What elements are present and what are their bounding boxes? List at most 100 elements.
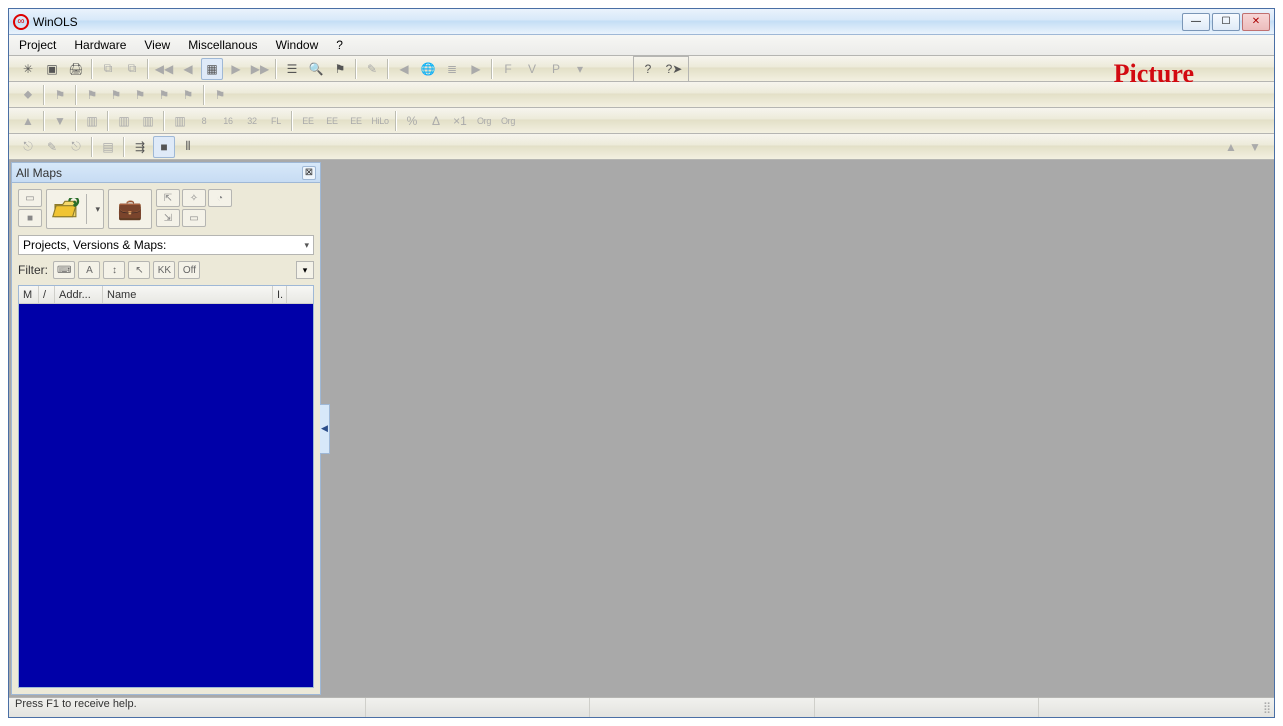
find-icon[interactable]: 🔍 [305, 58, 327, 80]
filter-sort-button[interactable]: ↕ [103, 261, 125, 279]
flag-icon[interactable]: ⚑ [329, 58, 351, 80]
panel-tool-2-icon[interactable]: ✧ [182, 189, 206, 207]
pct-icon[interactable]: % [401, 110, 423, 132]
up-icon[interactable]: ▲ [17, 110, 39, 132]
maps-list-header[interactable]: M/Addr...NameI. [19, 286, 313, 304]
globe-icon[interactable]: 🌐 [417, 58, 439, 80]
fast-forward-icon[interactable]: ▶▶ [249, 58, 271, 80]
paste-icon[interactable]: ⧉ [121, 58, 143, 80]
menu-help[interactable]: ? [332, 36, 347, 54]
t4a-icon[interactable]: ⎋ [17, 136, 39, 158]
bar3-icon[interactable]: ▥ [137, 110, 159, 132]
print-icon[interactable]: 🖨 [65, 58, 87, 80]
up2-icon[interactable]: ▲ [1220, 136, 1242, 158]
menu-project[interactable]: Project [15, 36, 60, 54]
filter-kk-button[interactable]: KK [153, 261, 175, 279]
n32-icon[interactable]: 32 [241, 110, 263, 132]
p-icon[interactable]: P [545, 58, 567, 80]
panel-collapse-handle[interactable]: ◀ [320, 404, 330, 454]
flag3-icon[interactable]: ⚑ [105, 84, 127, 106]
panel-new-doc-icon[interactable]: ▭ [18, 189, 42, 207]
ecu-icon[interactable]: ▣ [41, 58, 63, 80]
panel-stop-icon[interactable]: ■ [18, 209, 42, 227]
f-icon[interactable]: F [497, 58, 519, 80]
help-button[interactable]: ? [637, 58, 659, 80]
column-header[interactable]: Name [103, 286, 273, 303]
bars-icon[interactable]: ⦀ [177, 136, 199, 158]
briefcase-button[interactable]: 💼 [108, 189, 152, 229]
t4d-icon[interactable]: ▤ [97, 136, 119, 158]
menu-window[interactable]: Window [272, 36, 323, 54]
grid-icon[interactable]: ▦ [201, 58, 223, 80]
open-project-dropdown-icon[interactable]: ▾ [95, 204, 100, 215]
flag6-icon[interactable]: ⚑ [177, 84, 199, 106]
ee3-icon[interactable]: EE [345, 110, 367, 132]
panel-tool-1-icon[interactable]: ⇱ [156, 189, 180, 207]
ee2-icon[interactable]: EE [321, 110, 343, 132]
tree-icon[interactable]: ⇶ [129, 136, 151, 158]
stack-icon[interactable]: ≣ [441, 58, 463, 80]
minimize-button[interactable]: — [1182, 13, 1210, 31]
dn2-icon[interactable]: ▼ [1244, 136, 1266, 158]
dn-icon[interactable]: ▼ [49, 110, 71, 132]
n8-icon[interactable]: 8 [193, 110, 215, 132]
forward-icon[interactable]: ▶ [225, 58, 247, 80]
delta-icon[interactable]: Δ [425, 110, 447, 132]
filter-off-button[interactable]: Off [178, 261, 200, 279]
next-icon[interactable]: ▶ [465, 58, 487, 80]
flag5-icon[interactable]: ⚑ [153, 84, 175, 106]
fl-icon[interactable]: FL [265, 110, 287, 132]
column-header[interactable]: / [39, 286, 55, 303]
org2-icon[interactable]: Org [497, 110, 519, 132]
filter-cursor-button[interactable]: ↖ [128, 261, 150, 279]
t4b-icon[interactable]: ✎ [41, 136, 63, 158]
dropdown-icon[interactable]: ▾ [569, 58, 591, 80]
whats-this-button[interactable]: ?➤ [663, 58, 685, 80]
panel-tool-4-icon[interactable]: ⇲ [156, 209, 180, 227]
flag7-icon[interactable]: ⚑ [209, 84, 231, 106]
column-header[interactable]: M [19, 286, 39, 303]
filter-dropdown-button[interactable]: ▾ [296, 261, 314, 279]
bar1-icon[interactable]: ▥ [81, 110, 103, 132]
column-header[interactable]: I. [273, 286, 287, 303]
tool-a-icon[interactable]: ✎ [361, 58, 383, 80]
prev-icon[interactable]: ◀ [393, 58, 415, 80]
projects-versions-dropdown[interactable]: Projects, Versions & Maps: ▾ [18, 235, 314, 255]
rewind-icon[interactable]: ◀◀ [153, 58, 175, 80]
open-project-button[interactable]: ▾ [46, 189, 104, 229]
copy-icon[interactable]: ⧉ [97, 58, 119, 80]
column-header[interactable]: Addr... [55, 286, 103, 303]
panel-close-button[interactable]: ⊠ [302, 166, 316, 180]
bar2-icon[interactable]: ▥ [113, 110, 135, 132]
marker-icon[interactable]: ⬥ [17, 84, 39, 106]
v-icon[interactable]: V [521, 58, 543, 80]
n16-icon[interactable]: 16 [217, 110, 239, 132]
flag4-icon[interactable]: ⚑ [129, 84, 151, 106]
menu-view[interactable]: View [140, 36, 174, 54]
new-project-icon[interactable]: ✳ [17, 58, 39, 80]
flag1-icon[interactable]: ⚑ [49, 84, 71, 106]
hilo-icon[interactable]: HiLo [369, 110, 391, 132]
filter-label: Filter: [18, 263, 48, 277]
t4c-icon[interactable]: ⎋ [65, 136, 87, 158]
panel-title[interactable]: All Maps ⊠ [12, 163, 320, 183]
org1-icon[interactable]: Org [473, 110, 495, 132]
x1-icon[interactable]: ×1 [449, 110, 471, 132]
bar4-icon[interactable]: ▥ [169, 110, 191, 132]
back-icon[interactable]: ◀ [177, 58, 199, 80]
menu-hardware[interactable]: Hardware [70, 36, 130, 54]
close-button[interactable]: ✕ [1242, 13, 1270, 31]
maps-list-body[interactable] [19, 304, 313, 687]
list-icon[interactable]: ☰ [281, 58, 303, 80]
panel-tool-3-icon[interactable]: ◔ [208, 189, 232, 207]
menu-miscellanous[interactable]: Miscellanous [184, 36, 261, 54]
resize-grip-icon[interactable]: ⣿ [1263, 701, 1268, 714]
maximize-button[interactable]: ☐ [1212, 13, 1240, 31]
filter-keyboard-button[interactable]: ⌨ [53, 261, 75, 279]
panel-tool-5-icon[interactable]: ▭ [182, 209, 206, 227]
color-icon[interactable]: ■ [153, 136, 175, 158]
app-icon [13, 14, 29, 30]
filter-a-button[interactable]: A [78, 261, 100, 279]
ee1-icon[interactable]: EE [297, 110, 319, 132]
flag2-icon[interactable]: ⚑ [81, 84, 103, 106]
